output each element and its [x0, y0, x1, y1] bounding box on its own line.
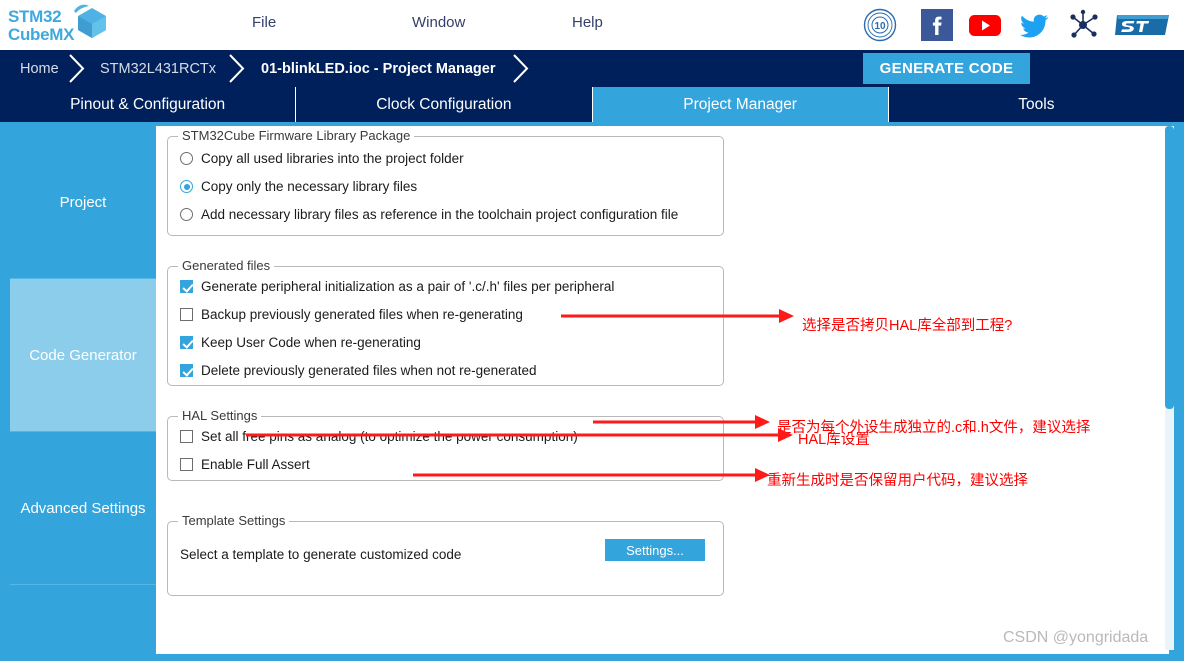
group-title-firmware: STM32Cube Firmware Library Package [178, 128, 415, 143]
tab-clock-configuration[interactable]: Clock Configuration [296, 87, 593, 122]
radio-icon [180, 208, 193, 221]
breadcrumb-item-project[interactable]: 01-blinkLED.ioc - Project Manager [261, 50, 495, 87]
checkbox-delete-previously-generated[interactable]: Delete previously generated files when n… [180, 363, 536, 378]
breadcrumb-chevron-icon [512, 54, 530, 83]
sidebar-item-code-generator[interactable]: Code Generator [10, 279, 156, 432]
twitter-icon[interactable] [1017, 8, 1051, 42]
checkbox-icon [180, 308, 193, 321]
svg-text:10: 10 [874, 21, 886, 32]
tab-pinout-configuration[interactable]: Pinout & Configuration [0, 87, 297, 122]
option-label: Generate peripheral initialization as a … [201, 279, 615, 294]
stm32cubemx-logo: STM32 CubeMX [8, 2, 118, 48]
logo-line-cubemx: CubeMX [8, 24, 75, 44]
option-label: Add necessary library files as reference… [201, 207, 679, 222]
main-tab-bar: Pinout & Configuration Clock Configurati… [0, 87, 1184, 122]
checkbox-enable-full-assert[interactable]: Enable Full Assert [180, 457, 310, 472]
checkbox-icon-checked [180, 280, 193, 293]
generate-code-button[interactable]: GENERATE CODE [863, 53, 1030, 84]
top-menu-bar: STM32 CubeMX File Window Help 10 [0, 0, 1184, 50]
group-title-generated-files: Generated files [178, 258, 275, 273]
checkbox-generate-peripheral-init-pair[interactable]: Generate peripheral initialization as a … [180, 279, 614, 294]
option-label: Keep User Code when re-generating [201, 335, 421, 350]
option-label: Backup previously generated files when r… [201, 307, 523, 322]
annotation-arrow-icon [246, 427, 794, 443]
breadcrumb-item-mcu[interactable]: STM32L431RCTx [100, 50, 216, 87]
radio-icon-selected [180, 180, 193, 193]
radio-add-library-reference[interactable]: Add necessary library files as reference… [180, 207, 678, 222]
breadcrumb-item-home[interactable]: Home [20, 50, 59, 87]
annotation-text-firmware: 选择是否拷贝HAL库全部到工程? [802, 318, 1013, 334]
stm32cubemx-window: STM32 CubeMX File Window Help 10 Home ST… [0, 0, 1184, 661]
template-settings-button[interactable]: Settings... [605, 539, 705, 561]
checkbox-keep-user-code[interactable]: Keep User Code when re-generating [180, 335, 421, 350]
sidebar-item-advanced-settings[interactable]: Advanced Settings [10, 432, 156, 585]
option-label: Copy only the necessary library files [201, 179, 418, 194]
annotation-arrow-icon [413, 467, 771, 483]
youtube-icon[interactable] [968, 8, 1002, 42]
checkbox-icon-checked [180, 364, 193, 377]
annotation-text-keep-user-code: 重新生成时是否保留用户代码，建议选择 [767, 473, 1028, 489]
group-title-hal-settings: HAL Settings [178, 408, 262, 423]
content-area: Project Code Generator Advanced Settings… [0, 122, 1184, 661]
checkbox-icon [180, 430, 193, 443]
menu-help[interactable]: Help [572, 14, 603, 31]
menu-window[interactable]: Window [412, 14, 465, 31]
watermark-text: CSDN @yongridada [1003, 629, 1149, 646]
sidebar-empty-space [10, 585, 156, 653]
checkbox-icon [180, 458, 193, 471]
option-label: Enable Full Assert [201, 457, 310, 472]
radio-copy-necessary-library-files[interactable]: Copy only the necessary library files [180, 179, 417, 194]
annotation-arrow-icon [561, 308, 795, 324]
radio-icon [180, 152, 193, 165]
facebook-icon[interactable] [920, 8, 954, 42]
st-logo-icon[interactable] [1113, 9, 1171, 41]
breadcrumb-chevron-icon [228, 54, 246, 83]
tab-project-manager[interactable]: Project Manager [592, 87, 889, 122]
template-description: Select a template to generate customized… [180, 547, 462, 562]
tab-tools[interactable]: Tools [888, 87, 1184, 122]
checkbox-backup-previously-generated[interactable]: Backup previously generated files when r… [180, 307, 523, 322]
group-title-template-settings: Template Settings [178, 513, 290, 528]
annotation-text-hal-settings: HAL库设置 [798, 432, 870, 448]
group-template-settings: Template Settings Select a template to g… [167, 513, 724, 596]
menu-file[interactable]: File [252, 14, 276, 31]
checkbox-icon-checked [180, 336, 193, 349]
radio-copy-all-libraries[interactable]: Copy all used libraries into the project… [180, 151, 464, 166]
community-network-icon[interactable] [1066, 8, 1100, 42]
vertical-scrollbar-thumb[interactable] [1165, 126, 1174, 409]
option-label: Copy all used libraries into the project… [201, 151, 464, 166]
option-label: Delete previously generated files when n… [201, 363, 537, 378]
ten-years-badge-icon[interactable]: 10 [863, 8, 897, 42]
sidebar-item-project[interactable]: Project [10, 126, 156, 279]
logo-line-stm32: STM32 [8, 7, 62, 26]
group-generated-files: Generated files Generate peripheral init… [167, 258, 724, 386]
breadcrumb-chevron-icon [68, 54, 86, 83]
project-manager-sidebar: Project Code Generator Advanced Settings [10, 126, 156, 654]
code-generator-panel: STM32Cube Firmware Library Package Copy … [156, 126, 1169, 654]
group-firmware-library-package: STM32Cube Firmware Library Package Copy … [167, 128, 724, 236]
cube-icon [70, 2, 114, 42]
